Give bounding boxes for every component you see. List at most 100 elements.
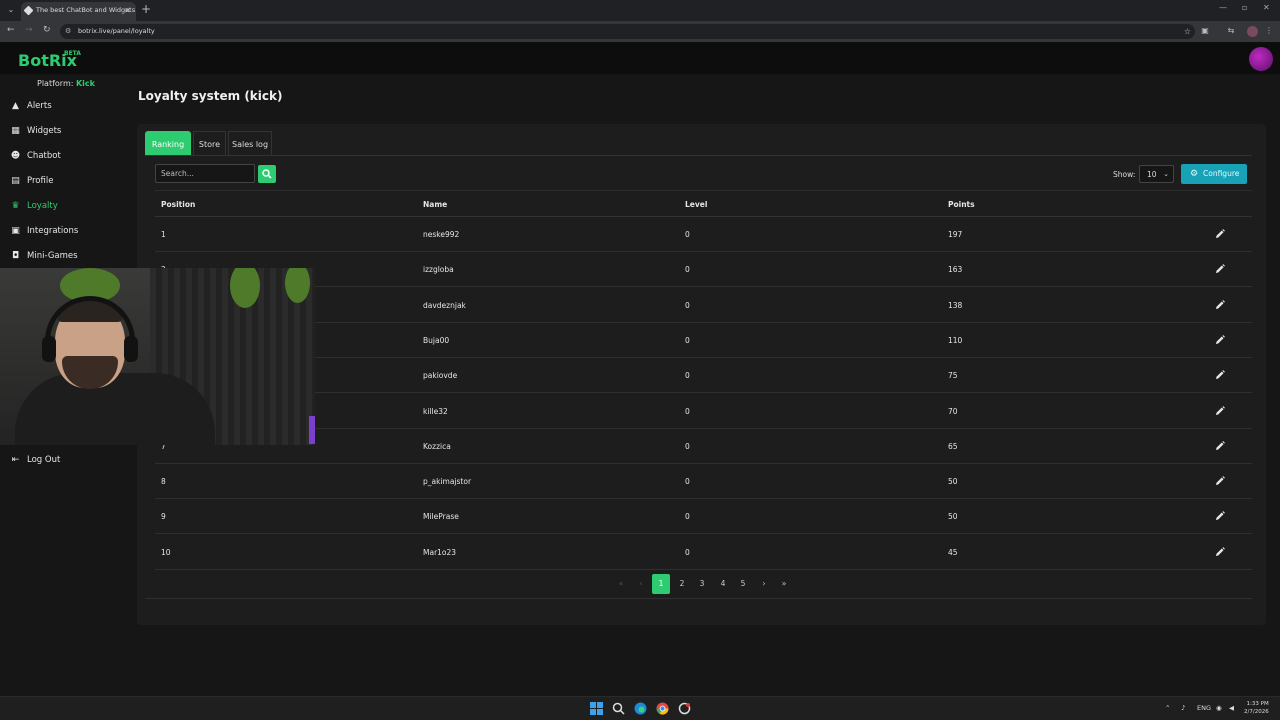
sidebar-item-loyalty[interactable]: ♛ Loyalty bbox=[0, 196, 137, 216]
edit-pencil-icon[interactable] bbox=[1215, 511, 1225, 521]
edit-pencil-icon[interactable] bbox=[1215, 440, 1225, 451]
cell-name: pakiovde bbox=[423, 371, 458, 381]
site-info-icon[interactable]: ⚙ bbox=[65, 27, 71, 36]
cell-name: izzgloba bbox=[423, 265, 454, 275]
reload-icon[interactable]: ↻ bbox=[43, 25, 51, 35]
next-page-button[interactable]: › bbox=[755, 574, 773, 594]
webcam-person-body bbox=[15, 373, 215, 445]
tab-ranking[interactable]: Ranking bbox=[145, 131, 191, 156]
column-points[interactable]: Points bbox=[948, 200, 975, 209]
tab-search-icon[interactable]: ⌄ bbox=[5, 4, 17, 16]
webcam-earcup bbox=[42, 336, 56, 362]
menu-icon[interactable]: ⋮ bbox=[1264, 26, 1274, 36]
minimize-icon[interactable]: — bbox=[1219, 3, 1227, 12]
page-button-4[interactable]: 4 bbox=[714, 574, 732, 594]
page-button-2[interactable]: 2 bbox=[673, 574, 691, 594]
show-entries-select[interactable]: 10 ⌄ bbox=[1139, 165, 1174, 183]
first-page-button[interactable]: « bbox=[612, 574, 630, 594]
edit-pencil-icon[interactable] bbox=[1215, 264, 1225, 274]
extension-icon[interactable]: ⇆ bbox=[1226, 26, 1236, 36]
maximize-icon[interactable]: ▫ bbox=[1242, 3, 1247, 12]
tab-store[interactable]: Store bbox=[193, 131, 226, 156]
warning-icon: ▲ bbox=[12, 101, 19, 111]
webcam-overlay bbox=[0, 268, 315, 445]
table-row: 4Buja000110 bbox=[155, 323, 1252, 358]
edit-pencil-icon[interactable] bbox=[1215, 299, 1225, 310]
table-row: 9 MilePrase 0 50 bbox=[155, 499, 1252, 535]
edit-pencil-icon[interactable] bbox=[1215, 476, 1225, 486]
bookmark-star-icon[interactable]: ☆ bbox=[1184, 24, 1191, 39]
cell-points: 163 bbox=[948, 265, 963, 275]
browser-profile-icon[interactable] bbox=[1247, 26, 1258, 37]
app-icon[interactable] bbox=[678, 702, 691, 715]
tray-overflow-icon[interactable]: ⌃ bbox=[1165, 704, 1170, 712]
browser-tab[interactable]: The best ChatBot and Widgets ✕ bbox=[21, 2, 136, 21]
sidebar-item-alerts[interactable]: ▲ Alerts bbox=[0, 96, 137, 116]
volume-icon[interactable]: ◀ bbox=[1229, 704, 1234, 712]
sidebar-item-mini-games[interactable]: ◘ Mini-Games bbox=[0, 246, 137, 266]
table-row: 8 p_akimajstor 0 50 bbox=[155, 464, 1252, 500]
cell-level: 0 bbox=[685, 406, 690, 416]
column-name[interactable]: Name bbox=[423, 200, 447, 209]
cell-points: 50 bbox=[948, 512, 958, 522]
column-level[interactable]: Level bbox=[685, 200, 707, 209]
platform-value: Kick bbox=[75, 79, 95, 88]
cell-level: 0 bbox=[685, 335, 690, 345]
close-tab-icon[interactable]: ✕ bbox=[124, 2, 131, 19]
cell-points: 75 bbox=[948, 371, 958, 381]
sidebar-item-chatbot[interactable]: ☻ Chatbot bbox=[0, 146, 137, 166]
page-button-1[interactable]: 1 bbox=[652, 574, 670, 594]
edit-pencil-icon[interactable] bbox=[1215, 546, 1225, 557]
address-bar[interactable]: ⚙ botrix.live/panel/loyalty ☆ bbox=[60, 24, 1195, 39]
search-button[interactable] bbox=[258, 165, 276, 183]
edit-pencil-icon[interactable] bbox=[1215, 370, 1225, 380]
sidebar-item-profile[interactable]: ▤ Profile bbox=[0, 171, 137, 191]
table-row: 10 Mar1o23 0 45 bbox=[155, 535, 1252, 570]
cell-level: 0 bbox=[685, 230, 690, 239]
back-icon[interactable]: ← bbox=[7, 25, 15, 35]
configure-button[interactable]: ⚙ Configure bbox=[1181, 164, 1247, 184]
sidebar-item-integrations[interactable]: ▣ Integrations bbox=[0, 221, 137, 241]
app-header: BotRix BETA bbox=[0, 42, 1280, 74]
sidebar-item-label: Widgets bbox=[27, 126, 62, 136]
column-position[interactable]: Position bbox=[161, 200, 195, 209]
new-tab-icon[interactable]: + bbox=[141, 2, 151, 16]
search-input[interactable] bbox=[155, 164, 255, 183]
prev-page-button[interactable]: ‹ bbox=[632, 574, 650, 594]
sidebar-item-widgets[interactable]: ▦ Widgets bbox=[0, 121, 137, 141]
chrome-icon[interactable] bbox=[656, 702, 669, 715]
last-page-button[interactable]: » bbox=[775, 574, 793, 594]
page-button-5[interactable]: 5 bbox=[734, 574, 752, 594]
sidebar-item-logout[interactable]: ⇤ Log Out bbox=[0, 450, 137, 470]
search-icon[interactable] bbox=[612, 702, 625, 715]
cell-level: 0 bbox=[685, 477, 690, 487]
tab-sales-log[interactable]: Sales log bbox=[228, 131, 272, 156]
close-window-icon[interactable]: ✕ bbox=[1263, 3, 1270, 12]
page-button-3[interactable]: 3 bbox=[693, 574, 711, 594]
windows-start-icon[interactable] bbox=[590, 702, 603, 715]
clock-date: 2/7/2026 bbox=[1244, 709, 1269, 715]
robot-icon: ☻ bbox=[10, 151, 21, 161]
edit-pencil-icon[interactable] bbox=[1215, 334, 1225, 345]
trophy-icon: ♛ bbox=[11, 201, 20, 211]
grid-icon: ▦ bbox=[11, 126, 20, 136]
edit-pencil-icon[interactable] bbox=[1215, 229, 1225, 239]
forward-icon[interactable]: → bbox=[25, 25, 33, 35]
microphone-icon[interactable]: ♪ bbox=[1181, 704, 1185, 712]
user-avatar[interactable] bbox=[1249, 47, 1273, 71]
taskbar-clock[interactable]: 1:33 PM 2/7/2026 bbox=[1244, 700, 1269, 716]
extensions-icon[interactable]: ▣ bbox=[1200, 26, 1210, 36]
edge-icon[interactable] bbox=[634, 702, 647, 715]
language-indicator[interactable]: ENG bbox=[1197, 704, 1211, 712]
show-select-value: 10 bbox=[1147, 170, 1157, 179]
cell-level: 0 bbox=[685, 512, 690, 522]
edit-pencil-icon[interactable] bbox=[1215, 405, 1225, 416]
network-icon[interactable]: ◉ bbox=[1216, 704, 1222, 712]
cell-level: 0 bbox=[685, 265, 690, 275]
table-row: 2izzgloba0163 bbox=[155, 252, 1252, 288]
cell-points: 138 bbox=[948, 300, 963, 310]
sidebar-item-label: Mini-Games bbox=[27, 251, 78, 261]
beta-badge: BETA bbox=[64, 50, 81, 57]
cell-points: 70 bbox=[948, 406, 958, 416]
id-card-icon: ▤ bbox=[11, 176, 20, 186]
